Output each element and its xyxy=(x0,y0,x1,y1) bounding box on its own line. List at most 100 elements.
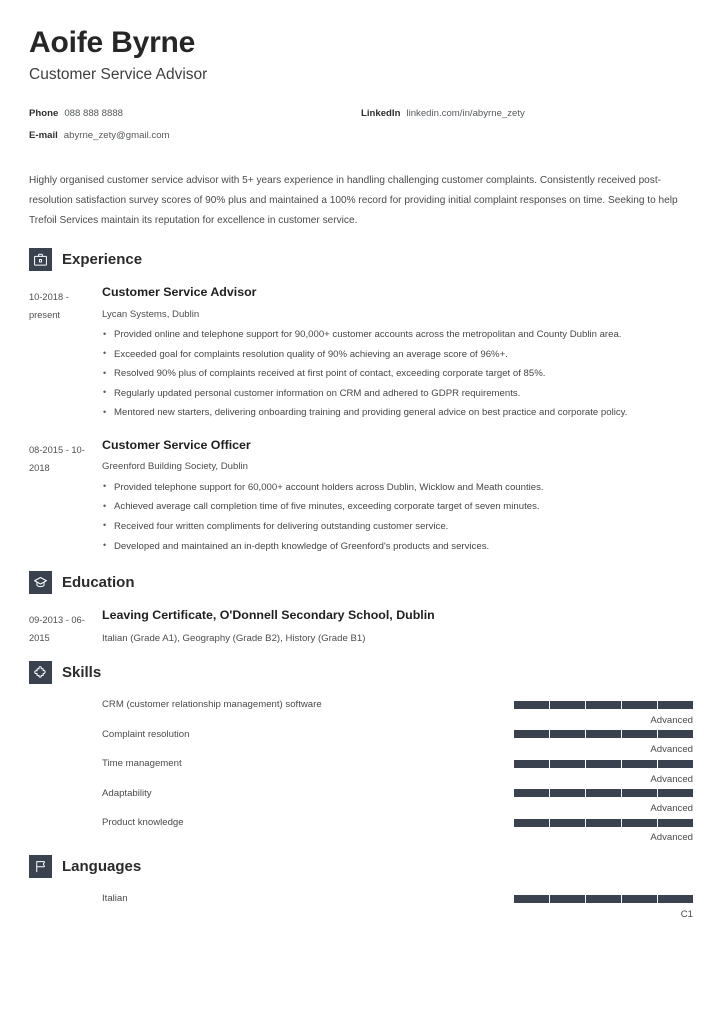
skill-name: Complaint resolution xyxy=(102,728,190,740)
experience-entry: 08-2015 - 10-2018 Customer Service Offic… xyxy=(29,438,693,557)
bullet-item: Received four written compliments for de… xyxy=(102,517,693,535)
bar-segment xyxy=(550,730,585,739)
bar-segment xyxy=(514,818,549,827)
language-item: Italian C1 xyxy=(29,892,693,920)
skill-name: Adaptability xyxy=(102,787,152,799)
experience-dates: 08-2015 - 10-2018 xyxy=(29,444,85,474)
experience-organization: Lycan Systems, Dublin xyxy=(102,308,200,320)
contact-label-linkedin: LinkedIn xyxy=(361,108,401,120)
section-title-experience: Experience xyxy=(62,251,143,269)
experience-dates: 10-2018 - present xyxy=(29,292,69,321)
professional-summary: Highly organised customer service adviso… xyxy=(29,175,678,226)
flag-icon xyxy=(29,855,52,879)
candidate-job-title: Customer Service Advisor xyxy=(29,65,208,83)
section-skills: Skills CRM (customer relationship manage… xyxy=(29,661,693,843)
skill-item: CRM (customer relationship management) s… xyxy=(29,698,693,726)
bullet-item: Achieved average call completion time of… xyxy=(102,498,693,515)
bullet-item: Developed and maintained an in-depth kno… xyxy=(102,537,693,555)
section-title-languages: Languages xyxy=(62,858,142,876)
skill-item: Time management Advanced xyxy=(29,757,693,785)
skill-name: Time management xyxy=(102,758,182,770)
section-heading-languages: Languages xyxy=(29,855,693,879)
experience-bullet-list: Provided online and telephone support fo… xyxy=(102,326,693,421)
bar-segment xyxy=(586,789,621,798)
skill-level-bar xyxy=(514,759,693,768)
language-name: Italian xyxy=(102,893,128,905)
bar-segment xyxy=(550,789,585,798)
bar-segment xyxy=(550,895,585,904)
bar-segment xyxy=(622,789,657,798)
experience-entry: 10-2018 - present Customer Service Advis… xyxy=(29,285,693,424)
bar-segment xyxy=(658,789,693,798)
education-details: Italian (Grade A1), Geography (Grade B2)… xyxy=(102,632,366,644)
section-education: Education 09-2013 - 06-2015 Leaving Cert… xyxy=(29,571,693,647)
bullet-item: Exceeded goal for complaints resolution … xyxy=(102,345,693,363)
section-heading-experience: Experience xyxy=(29,248,693,272)
bar-segment xyxy=(622,730,657,739)
section-experience: Experience 10-2018 - present Customer Se… xyxy=(29,248,693,557)
bar-segment xyxy=(658,895,693,904)
bar-segment xyxy=(586,759,621,768)
bar-segment xyxy=(514,730,549,739)
skills-list: CRM (customer relationship management) s… xyxy=(29,698,693,843)
contact-label-phone: Phone xyxy=(29,108,59,120)
bullet-item: Provided online and telephone support fo… xyxy=(102,326,693,343)
bar-segment xyxy=(622,895,657,904)
bullet-item: Provided telephone support for 60,000+ a… xyxy=(102,478,693,496)
bullet-item: Resolved 90% plus of complaints received… xyxy=(102,365,693,382)
section-heading-education: Education xyxy=(29,571,693,595)
skill-item: Adaptability Advanced xyxy=(29,787,693,814)
section-title-skills: Skills xyxy=(62,664,102,682)
experience-bullet-list: Provided telephone support for 60,000+ a… xyxy=(102,478,693,555)
bar-segment xyxy=(514,701,549,710)
bar-segment xyxy=(550,701,585,710)
candidate-name: Aoife Byrne xyxy=(29,26,196,59)
bar-segment xyxy=(658,701,693,710)
bar-segment xyxy=(586,818,621,827)
education-dates: 09-2013 - 06-2015 xyxy=(29,615,85,644)
contact-details: Phone 088 888 8888 LinkedIn linkedin.com… xyxy=(29,108,693,141)
bar-segment xyxy=(622,701,657,710)
skill-name: Product knowledge xyxy=(102,817,184,829)
bar-segment xyxy=(514,895,549,904)
bar-segment xyxy=(586,701,621,710)
skill-level-label: Advanced xyxy=(650,773,693,785)
bar-segment xyxy=(586,730,621,739)
bar-segment xyxy=(658,730,693,739)
education-degree: Leaving Certificate, O'Donnell Secondary… xyxy=(102,608,435,623)
contact-value-email[interactable]: abyrne_zety@gmail.com xyxy=(64,130,170,141)
puzzle-icon xyxy=(29,661,52,685)
resume-header: Aoife Byrne Customer Service Advisor Pho… xyxy=(29,26,693,141)
resume-page: Aoife Byrne Customer Service Advisor Pho… xyxy=(0,0,722,920)
skill-level-label: Advanced xyxy=(650,832,693,844)
language-level-bar xyxy=(514,895,693,904)
experience-role: Customer Service Advisor xyxy=(102,285,257,300)
skill-level-bar xyxy=(514,818,693,827)
graduation-cap-icon xyxy=(29,571,52,595)
bar-segment xyxy=(550,818,585,827)
experience-role: Customer Service Officer xyxy=(102,437,251,452)
contact-item-linkedin[interactable]: LinkedIn linkedin.com/in/abyrne_zety xyxy=(361,108,693,119)
experience-organization: Greenford Building Society, Dublin xyxy=(102,461,248,473)
language-level-label: C1 xyxy=(680,908,693,920)
bullet-item: Mentored new starters, delivering onboar… xyxy=(102,404,693,421)
bar-segment xyxy=(586,895,621,904)
contact-value-linkedin[interactable]: linkedin.com/in/abyrne_zety xyxy=(406,108,524,119)
skill-level-label: Advanced xyxy=(650,744,693,756)
skill-level-label: Advanced xyxy=(650,803,693,815)
bar-segment xyxy=(550,759,585,768)
section-title-education: Education xyxy=(62,574,135,592)
bar-segment xyxy=(622,818,657,827)
skill-level-bar xyxy=(514,730,693,739)
skill-level-bar xyxy=(514,701,693,710)
skill-item: Product knowledge Advanced xyxy=(29,816,693,843)
bar-segment xyxy=(658,818,693,827)
section-heading-skills: Skills xyxy=(29,661,693,685)
education-entry: 09-2013 - 06-2015 Leaving Certificate, O… xyxy=(29,608,693,647)
skill-level-label: Advanced xyxy=(650,714,693,726)
section-languages: Languages Italian C1 xyxy=(29,855,693,920)
contact-item-email[interactable]: E-mail abyrne_zety@gmail.com xyxy=(29,130,361,141)
briefcase-icon xyxy=(29,248,52,272)
bar-segment xyxy=(514,759,549,768)
bar-segment xyxy=(658,759,693,768)
